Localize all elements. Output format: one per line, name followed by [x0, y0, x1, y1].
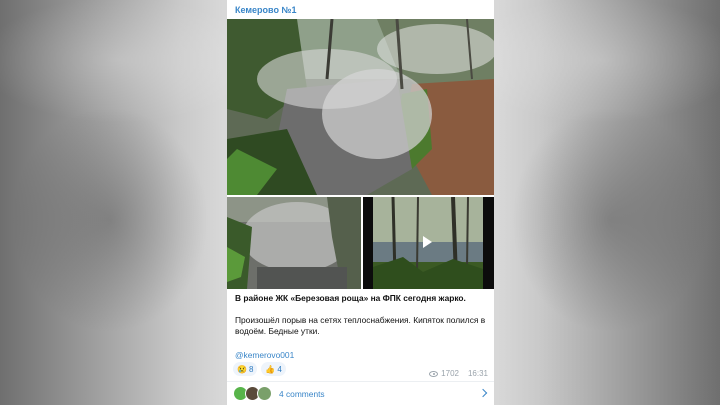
post-photo-main[interactable] [227, 19, 494, 195]
channel-name-link[interactable]: Кемерово №1 [235, 5, 297, 15]
post-text: В районе ЖК «Березовая роща» на ФПК сего… [235, 293, 487, 337]
play-icon[interactable] [423, 236, 432, 248]
crying-face-icon: 😢 [237, 364, 247, 374]
thumbs-up-icon: 👍 [265, 364, 276, 374]
eye-icon [429, 370, 439, 377]
reaction-crying[interactable]: 😢 8 [233, 362, 258, 376]
post-video-thumbnail[interactable] [363, 197, 494, 289]
reactions-bar: 😢 8 👍 4 [233, 362, 286, 376]
chevron-right-icon [478, 388, 488, 398]
post-meta: 1702 16:31 [429, 369, 488, 378]
commenter-avatars [233, 386, 275, 402]
reaction-count: 8 [248, 364, 254, 374]
channel-post-card: Кемерово №1 В районе ЖК «Березовая роща»… [227, 0, 494, 405]
post-title: В районе ЖК «Березовая роща» на ФПК сего… [235, 293, 466, 303]
view-count: 1702 [441, 369, 459, 378]
comments-button[interactable]: 4 comments [227, 381, 494, 405]
post-time: 16:31 [467, 369, 488, 378]
comments-label: 4 comments [279, 389, 325, 399]
post-body: Произошёл порыв на сетях теплоснабжения.… [235, 315, 486, 336]
reaction-thumbs-up[interactable]: 👍 4 [261, 362, 286, 376]
avatar [257, 386, 272, 401]
channel-mention-link[interactable]: @kemerovo001 [235, 350, 294, 360]
post-photo-left[interactable] [227, 197, 361, 289]
reaction-count: 4 [277, 364, 282, 374]
